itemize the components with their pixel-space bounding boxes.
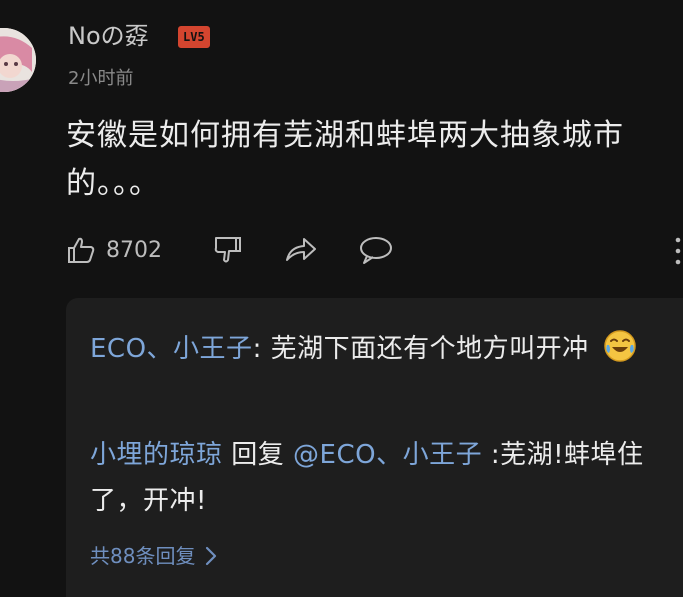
comment-page: Noの孬 LV5 2小时前 安徽是如何拥有芜湖和蚌埠两大抽象城市的。。。 870… (0, 0, 683, 597)
share-icon (286, 238, 316, 261)
comment-icon (360, 237, 392, 264)
see-all-replies-link[interactable]: 共88条回复 (90, 542, 217, 570)
level-badge: LV5 (178, 26, 210, 48)
timestamp: 2小时前 (68, 68, 134, 89)
like-count: 8702 (106, 237, 162, 263)
comment-actions: 8702 (66, 230, 666, 270)
username[interactable]: Noの孬 (68, 20, 149, 52)
reply-item: ECO、小王子: 芜湖下面还有个地方叫开冲 (90, 326, 670, 372)
replies-panel: ECO、小王子: 芜湖下面还有个地方叫开冲 小埋的琼琼 回复 @ECO、小王子 … (66, 298, 683, 597)
reply-item: 小埋的琼琼 回复 @ECO、小王子 :芜湖!蚌埠住了，开冲! (90, 432, 670, 524)
reply-target-mention[interactable]: @ECO、小王子 (293, 440, 482, 470)
avatar[interactable] (0, 28, 36, 92)
reply-word: 回复 (222, 440, 294, 470)
like-button[interactable]: 8702 (66, 230, 162, 270)
share-button[interactable] (284, 230, 318, 270)
thumb-up-icon (68, 237, 95, 263)
avatar-image (0, 28, 36, 92)
chevron-right-icon (206, 546, 217, 566)
reply-colon: : (252, 334, 271, 364)
reply-button[interactable] (358, 230, 394, 270)
laughing-crying-emoji (604, 330, 637, 362)
more-options-button[interactable] (675, 236, 681, 266)
reply-author[interactable]: 小埋的琼琼 (90, 440, 223, 470)
more-vertical-icon (675, 237, 681, 265)
thumb-down-icon (214, 237, 241, 263)
dislike-button[interactable] (212, 230, 244, 270)
reply-text: 芜湖下面还有个地方叫开冲 (270, 334, 589, 364)
see-all-replies-label: 共88条回复 (90, 544, 196, 568)
comment-text: 安徽是如何拥有芜湖和蚌埠两大抽象城市的。。。 (66, 118, 624, 201)
reply-author[interactable]: ECO、小王子 (90, 334, 253, 364)
